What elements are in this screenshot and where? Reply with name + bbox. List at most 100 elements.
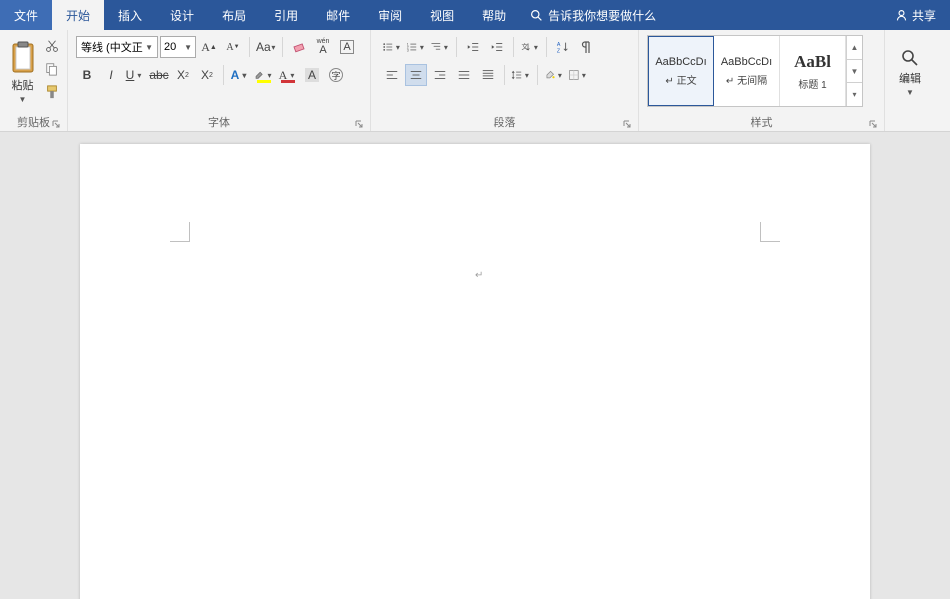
font-launcher[interactable] <box>354 119 364 129</box>
scissors-icon <box>45 39 59 53</box>
tellme-search[interactable]: 告诉我你想要做什么 <box>520 0 666 30</box>
tab-design[interactable]: 设计 <box>156 0 208 30</box>
clipboard-launcher[interactable] <box>51 119 61 129</box>
tab-file[interactable]: 文件 <box>0 0 52 30</box>
editing-label: 编辑 <box>899 70 921 86</box>
font-color-button[interactable]: A▾ <box>277 64 299 86</box>
paste-dropdown-icon: ▼ <box>19 95 27 104</box>
line-spacing-button[interactable]: ▾ <box>510 64 532 86</box>
text-effects-button[interactable]: A▾ <box>229 64 251 86</box>
tab-insert[interactable]: 插入 <box>104 0 156 30</box>
paragraph-mark-icon: ↵ <box>475 270 483 281</box>
borders-icon <box>568 68 580 82</box>
style-name: ↵ 正文 <box>665 72 696 87</box>
align-right-button[interactable] <box>429 64 451 86</box>
bold-button[interactable]: B <box>76 64 98 86</box>
cut-button[interactable] <box>41 35 63 57</box>
style-name: ↵ 无间隔 <box>726 72 767 87</box>
change-case-button[interactable]: Aa▾ <box>255 36 277 58</box>
highlight-color-button[interactable]: ▾ <box>253 64 275 86</box>
phonetic-guide-button[interactable]: wénA <box>312 36 334 58</box>
copy-button[interactable] <box>41 58 63 80</box>
styles-group-label: 样式 <box>751 114 773 130</box>
tab-layout[interactable]: 布局 <box>208 0 260 30</box>
underline-button[interactable]: U▾ <box>124 64 146 86</box>
paste-button[interactable]: 粘贴 ▼ <box>4 33 41 111</box>
tab-view[interactable]: 视图 <box>416 0 468 30</box>
gallery-more-button[interactable]: ▾ <box>847 83 862 106</box>
align-center-button[interactable] <box>405 64 427 86</box>
superscript-button[interactable]: X2 <box>196 64 218 86</box>
svg-text:3: 3 <box>407 48 409 52</box>
character-shading-button[interactable]: A <box>301 64 323 86</box>
text-direction-button[interactable]: 文▾ <box>519 36 541 58</box>
style-name: 标题 1 <box>798 76 826 91</box>
align-left-button[interactable] <box>381 64 403 86</box>
tab-mailings[interactable]: 邮件 <box>312 0 364 30</box>
sort-button[interactable]: AZ <box>552 36 574 58</box>
editing-button[interactable]: 编辑 ▼ <box>889 33 931 111</box>
styles-launcher[interactable] <box>868 119 878 129</box>
document-page[interactable]: ↵ <box>80 144 870 599</box>
subscript-button[interactable]: X2 <box>172 64 194 86</box>
launcher-icon <box>355 120 363 128</box>
tellme-placeholder: 告诉我你想要做什么 <box>548 7 656 24</box>
style-heading1[interactable]: AaBl 标题 1 <box>780 36 846 106</box>
styles-gallery: AaBbCcDı ↵ 正文 AaBbCcDı ↵ 无间隔 AaBl 标题 1 ▲… <box>647 35 863 107</box>
bullets-button[interactable]: ▾ <box>381 36 403 58</box>
document-area[interactable]: ↵ <box>0 132 950 599</box>
gallery-up-button[interactable]: ▲ <box>847 36 862 60</box>
show-marks-button[interactable] <box>576 36 598 58</box>
multilevel-list-button[interactable]: ▾ <box>429 36 451 58</box>
align-right-icon <box>433 68 447 82</box>
paragraph-launcher[interactable] <box>622 119 632 129</box>
align-justify-icon <box>457 68 471 82</box>
share-icon <box>895 9 908 22</box>
style-no-spacing[interactable]: AaBbCcDı ↵ 无间隔 <box>714 36 780 106</box>
margin-corner-tl <box>170 222 190 242</box>
align-distributed-icon <box>481 68 495 82</box>
line-spacing-icon <box>511 68 523 82</box>
decrease-indent-button[interactable] <box>462 36 484 58</box>
enclose-characters-button[interactable]: 字 <box>325 64 347 86</box>
shading-button[interactable]: ▾ <box>543 64 565 86</box>
numbering-button[interactable]: 123▾ <box>405 36 427 58</box>
chevron-down-icon: ▼ <box>906 88 914 97</box>
borders-button[interactable]: ▾ <box>567 64 589 86</box>
format-painter-button[interactable] <box>41 81 63 103</box>
italic-button[interactable]: I <box>100 64 122 86</box>
bullets-icon <box>382 40 394 54</box>
align-distributed-button[interactable] <box>477 64 499 86</box>
indent-icon <box>490 40 504 54</box>
brush-icon <box>45 85 59 99</box>
tab-references[interactable]: 引用 <box>260 0 312 30</box>
character-border-button[interactable]: A <box>336 36 358 58</box>
strikethrough-button[interactable]: abc <box>148 64 170 86</box>
share-label: 共享 <box>912 7 936 24</box>
decrease-font-button[interactable]: A▼ <box>222 36 244 58</box>
tab-home[interactable]: 开始 <box>52 0 104 30</box>
clear-formatting-button[interactable] <box>288 36 310 58</box>
sort-icon: AZ <box>556 40 570 54</box>
numbering-icon: 123 <box>406 40 418 54</box>
chevron-down-icon: ▼ <box>184 43 192 52</box>
align-left-icon <box>385 68 399 82</box>
style-preview: AaBl <box>794 52 831 72</box>
chevron-down-icon: ▼ <box>145 43 153 52</box>
gallery-down-button[interactable]: ▼ <box>847 60 862 84</box>
increase-indent-button[interactable] <box>486 36 508 58</box>
tab-help[interactable]: 帮助 <box>468 0 520 30</box>
style-preview: AaBbCcDı <box>655 56 706 68</box>
font-name-value: 等线 (中文正 <box>81 39 143 55</box>
find-icon <box>900 48 920 68</box>
increase-font-button[interactable]: A▲ <box>198 36 220 58</box>
style-normal[interactable]: AaBbCcDı ↵ 正文 <box>648 36 714 106</box>
outdent-icon <box>466 40 480 54</box>
align-justify-button[interactable] <box>453 64 475 86</box>
share-button[interactable]: 共享 <box>881 0 950 30</box>
tab-review[interactable]: 审阅 <box>364 0 416 30</box>
svg-text:文: 文 <box>521 42 528 51</box>
font-size-combo[interactable]: 20 ▼ <box>160 36 196 58</box>
font-name-combo[interactable]: 等线 (中文正 ▼ <box>76 36 158 58</box>
multilevel-icon <box>430 40 442 54</box>
